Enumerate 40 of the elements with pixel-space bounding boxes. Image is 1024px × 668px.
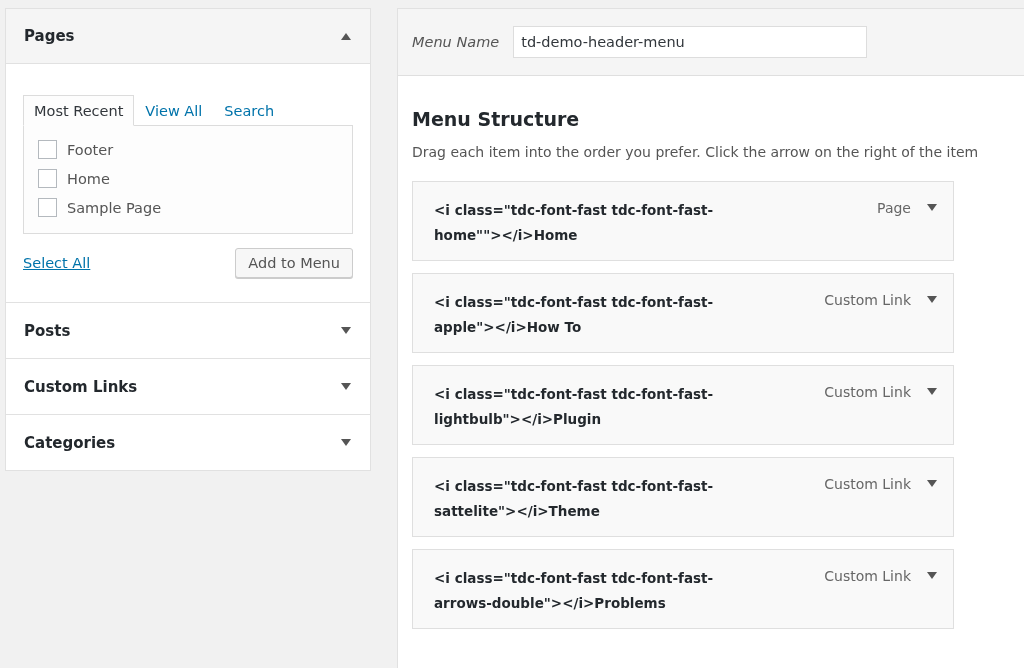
checkbox-label: Home [67, 170, 110, 187]
menu-item-title: <i class="tdc-font-fast tdc-font-fast-lightbulb"></i>Plugin [434, 385, 715, 429]
menu-item-title: <i class="tdc-font-fast tdc-font-fast-arrows-double"></i>Problems [434, 569, 715, 613]
menu-item[interactable]: <i class="tdc-font-fast tdc-font-fast-apple"></i>How To Custom Link [412, 273, 954, 353]
menu-item[interactable]: <i class="tdc-font-fast tdc-font-fast-lightbulb"></i>Plugin Custom Link [412, 365, 954, 445]
checkbox[interactable] [38, 198, 57, 217]
expand-arrow-icon [341, 383, 351, 390]
tab[interactable]: Search [213, 95, 286, 126]
menu-item-title: <i class="tdc-font-fast tdc-font-fast-home""></i>Home [434, 201, 715, 245]
tab[interactable]: View All [134, 95, 214, 126]
instructions-text: Drag each item into the order you prefer. Click the arrow on the right of the item [412, 144, 980, 160]
tab[interactable]: Most Recent [23, 95, 135, 126]
menu-item-title: <i class="tdc-font-fast tdc-font-fast-sattelite"></i>Theme [434, 477, 715, 521]
menu-item[interactable]: <i class="tdc-font-fast tdc-font-fast-sattelite"></i>Theme Custom Link [412, 457, 954, 537]
select-all-link[interactable]: Select All [23, 255, 91, 271]
collapse-arrow-icon [341, 32, 351, 40]
checkbox[interactable] [38, 140, 57, 159]
menu-item-type: Page [877, 200, 911, 216]
expand-arrow-icon[interactable] [927, 296, 937, 303]
menu-item-type: Custom Link [824, 292, 911, 308]
menu-item-type: Custom Link [824, 568, 911, 584]
menu-name-label: Menu Name [412, 34, 500, 50]
checkbox-label: Footer [67, 141, 114, 158]
expand-arrow-icon [341, 439, 351, 446]
menu-structure-heading: Menu Structure [412, 108, 581, 130]
checkbox[interactable] [38, 169, 57, 188]
expand-arrow-icon [341, 327, 351, 334]
menu-item[interactable]: <i class="tdc-font-fast tdc-font-fast-home""></i>Home Page [412, 181, 954, 261]
checkbox-label: Sample Page [67, 199, 162, 216]
expand-arrow-icon[interactable] [927, 480, 937, 487]
add-to-menu-button[interactable]: Add to Menu [235, 248, 353, 278]
accordion-header[interactable]: Pages [6, 9, 370, 64]
menu-item-type: Custom Link [824, 476, 911, 492]
menu-name-field[interactable]: td-demo-header-menu [513, 26, 868, 58]
expand-arrow-icon[interactable] [927, 204, 937, 211]
expand-arrow-icon[interactable] [927, 572, 937, 579]
menu-item-title: <i class="tdc-font-fast tdc-font-fast-apple"></i>How To [434, 293, 715, 337]
expand-arrow-icon[interactable] [927, 388, 937, 395]
menu-item[interactable]: <i class="tdc-font-fast tdc-font-fast-arrows-double"></i>Problems Custom Link [412, 549, 954, 629]
menu-item-type: Custom Link [824, 384, 911, 400]
